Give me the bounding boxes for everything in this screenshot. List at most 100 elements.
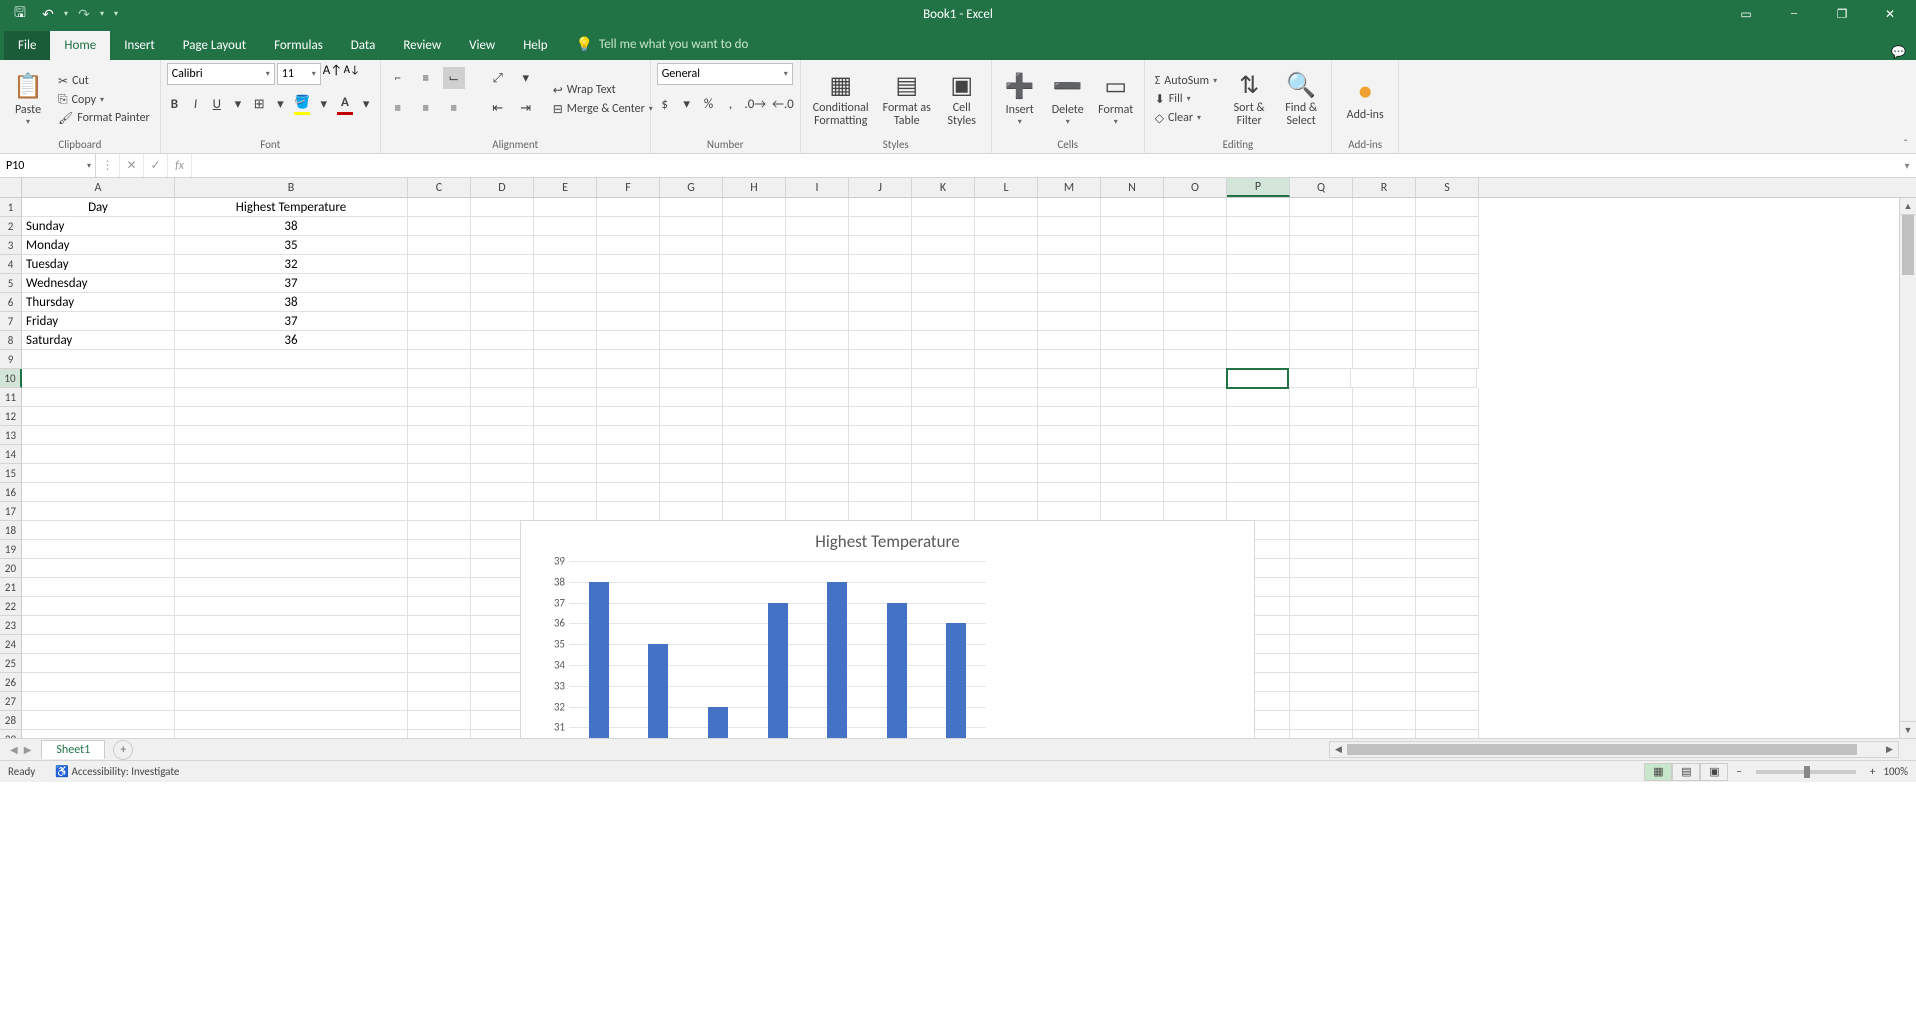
cell-E5[interactable] bbox=[534, 274, 597, 293]
cell-M12[interactable] bbox=[1038, 407, 1101, 426]
align-top-icon[interactable]: ⌐ bbox=[387, 67, 409, 89]
cell-styles-button[interactable]: ▣Cell Styles bbox=[939, 63, 985, 136]
cell-G13[interactable] bbox=[660, 426, 723, 445]
cell-G5[interactable] bbox=[660, 274, 723, 293]
cell-S1[interactable] bbox=[1416, 198, 1479, 217]
zoom-in-icon[interactable]: + bbox=[1870, 765, 1875, 778]
cell-I16[interactable] bbox=[786, 483, 849, 502]
cell-R24[interactable] bbox=[1353, 635, 1416, 654]
format-cells-button[interactable]: ▭Format▾ bbox=[1094, 63, 1138, 136]
cell-B6[interactable]: 38 bbox=[175, 293, 408, 312]
cell-A29[interactable] bbox=[22, 730, 175, 738]
cell-A4[interactable]: Tuesday bbox=[22, 255, 175, 274]
cell-A9[interactable] bbox=[22, 350, 175, 369]
cell-A18[interactable] bbox=[22, 521, 175, 540]
column-header-D[interactable]: D bbox=[471, 178, 534, 197]
cell-S9[interactable] bbox=[1416, 350, 1479, 369]
cell-Q16[interactable] bbox=[1290, 483, 1353, 502]
cell-O6[interactable] bbox=[1164, 293, 1227, 312]
cell-R6[interactable] bbox=[1353, 293, 1416, 312]
cell-J8[interactable] bbox=[849, 331, 912, 350]
column-header-K[interactable]: K bbox=[912, 178, 975, 197]
cell-E7[interactable] bbox=[534, 312, 597, 331]
row-header-22[interactable]: 22 bbox=[0, 597, 22, 616]
row-header-19[interactable]: 19 bbox=[0, 540, 22, 559]
row-header-28[interactable]: 28 bbox=[0, 711, 22, 730]
cell-P16[interactable] bbox=[1227, 483, 1290, 502]
cell-C1[interactable] bbox=[408, 198, 471, 217]
cell-F3[interactable] bbox=[597, 236, 660, 255]
cell-P13[interactable] bbox=[1227, 426, 1290, 445]
cell-D10[interactable] bbox=[471, 369, 534, 388]
cell-L6[interactable] bbox=[975, 293, 1038, 312]
cell-C11[interactable] bbox=[408, 388, 471, 407]
decrease-decimal-icon[interactable]: ←.0 bbox=[772, 93, 794, 115]
cell-M9[interactable] bbox=[1038, 350, 1101, 369]
cell-G10[interactable] bbox=[660, 369, 723, 388]
cell-Q5[interactable] bbox=[1290, 274, 1353, 293]
cell-E1[interactable] bbox=[534, 198, 597, 217]
cell-M2[interactable] bbox=[1038, 217, 1101, 236]
cell-P14[interactable] bbox=[1227, 445, 1290, 464]
row-header-11[interactable]: 11 bbox=[0, 388, 22, 407]
cell-L13[interactable] bbox=[975, 426, 1038, 445]
increase-font-icon[interactable]: A↑ bbox=[323, 63, 341, 85]
cell-G7[interactable] bbox=[660, 312, 723, 331]
cell-A12[interactable] bbox=[22, 407, 175, 426]
cell-A24[interactable] bbox=[22, 635, 175, 654]
cell-Q8[interactable] bbox=[1290, 331, 1353, 350]
cell-E12[interactable] bbox=[534, 407, 597, 426]
column-header-J[interactable]: J bbox=[849, 178, 912, 197]
cell-I12[interactable] bbox=[786, 407, 849, 426]
cell-K12[interactable] bbox=[912, 407, 975, 426]
cell-N6[interactable] bbox=[1101, 293, 1164, 312]
cell-K1[interactable] bbox=[912, 198, 975, 217]
cell-B15[interactable] bbox=[175, 464, 408, 483]
cell-Q7[interactable] bbox=[1290, 312, 1353, 331]
cell-C24[interactable] bbox=[408, 635, 471, 654]
cell-I11[interactable] bbox=[786, 388, 849, 407]
cell-D17[interactable] bbox=[471, 502, 534, 521]
border-dropdown-icon[interactable]: ▾ bbox=[273, 93, 288, 115]
cell-G14[interactable] bbox=[660, 445, 723, 464]
cell-P5[interactable] bbox=[1227, 274, 1290, 293]
cell-Q29[interactable] bbox=[1290, 730, 1353, 738]
column-header-B[interactable]: B bbox=[175, 178, 408, 197]
cell-P4[interactable] bbox=[1227, 255, 1290, 274]
cell-N15[interactable] bbox=[1101, 464, 1164, 483]
cell-C7[interactable] bbox=[408, 312, 471, 331]
scroll-left-icon[interactable]: ◀ bbox=[1330, 742, 1347, 757]
cell-D16[interactable] bbox=[471, 483, 534, 502]
fontcolor-dropdown-icon[interactable]: ▾ bbox=[359, 93, 374, 115]
tab-page-layout[interactable]: Page Layout bbox=[169, 31, 260, 60]
cell-I3[interactable] bbox=[786, 236, 849, 255]
cell-M13[interactable] bbox=[1038, 426, 1101, 445]
row-header-6[interactable]: 6 bbox=[0, 293, 22, 312]
cell-K5[interactable] bbox=[912, 274, 975, 293]
cell-R16[interactable] bbox=[1353, 483, 1416, 502]
cell-K10[interactable] bbox=[912, 369, 975, 388]
cell-Q12[interactable] bbox=[1290, 407, 1353, 426]
cell-A28[interactable] bbox=[22, 711, 175, 730]
cell-D13[interactable] bbox=[471, 426, 534, 445]
cell-R2[interactable] bbox=[1353, 217, 1416, 236]
font-size-combo[interactable]: 11▾ bbox=[277, 63, 321, 85]
cell-D8[interactable] bbox=[471, 331, 534, 350]
redo-icon[interactable]: ↷ bbox=[72, 2, 96, 26]
cell-M5[interactable] bbox=[1038, 274, 1101, 293]
cell-J1[interactable] bbox=[849, 198, 912, 217]
cut-button[interactable]: ✂Cut bbox=[54, 73, 154, 90]
cell-R4[interactable] bbox=[1353, 255, 1416, 274]
cell-K4[interactable] bbox=[912, 255, 975, 274]
cell-A5[interactable]: Wednesday bbox=[22, 274, 175, 293]
column-header-E[interactable]: E bbox=[534, 178, 597, 197]
cell-L9[interactable] bbox=[975, 350, 1038, 369]
row-header-20[interactable]: 20 bbox=[0, 559, 22, 578]
cell-S11[interactable] bbox=[1416, 388, 1479, 407]
cell-S26[interactable] bbox=[1416, 673, 1479, 692]
cell-F15[interactable] bbox=[597, 464, 660, 483]
cell-H11[interactable] bbox=[723, 388, 786, 407]
cell-S8[interactable] bbox=[1416, 331, 1479, 350]
underline-dropdown-icon[interactable]: ▾ bbox=[230, 93, 245, 115]
cell-G3[interactable] bbox=[660, 236, 723, 255]
